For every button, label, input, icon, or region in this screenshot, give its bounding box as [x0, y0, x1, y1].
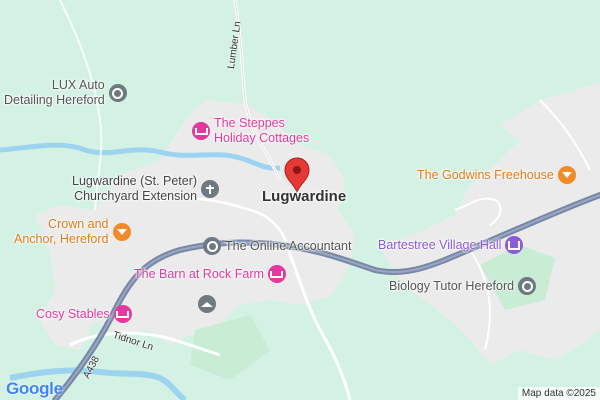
google-logo[interactable]: Google [6, 379, 63, 399]
hotel-bed-icon [192, 122, 210, 140]
poi-crown-and-anchor[interactable]: Crown and Anchor, Hereford [14, 217, 131, 247]
poi-cosy-label: Cosy Stables [36, 306, 110, 321]
google-logo-text: Google [6, 379, 63, 398]
village-label: Lugwardine [262, 188, 347, 205]
poi-lux-label: LUX Auto Detailing Hereford [4, 78, 105, 108]
hotel-bed-icon [113, 305, 132, 323]
poi-lux-auto[interactable]: LUX Auto Detailing Hereford [4, 78, 127, 108]
poi-steppes-label: The Steppes Holiday Cottages [214, 116, 309, 146]
poi-church-label: Lugwardine (St. Peter) Churchyard Extens… [72, 174, 197, 204]
poi-bartestree-village-hall[interactable]: Bartestree Village Hall [378, 236, 524, 254]
poi-lux-line1: LUX Auto [51, 78, 105, 92]
poi-church-line2: Churchyard Extension [74, 189, 198, 203]
cocktail-icon [112, 223, 131, 241]
poi-steppes-line2: Holiday Cottages [214, 131, 310, 145]
cemetery-icon [201, 180, 220, 198]
poi-barn-rock-farm[interactable]: The Barn at Rock Farm [134, 265, 286, 283]
map-canvas[interactable]: Lumber Ln Tidnor Ln A438 Lugwardine LUX … [0, 0, 600, 400]
poi-the-steppes[interactable]: The Steppes Holiday Cottages [192, 116, 309, 146]
poi-biology-label: Biology Tutor Hereford [389, 278, 515, 293]
pin-generic-icon [518, 277, 537, 295]
poi-bartestree-label: Bartestree Village Hall [378, 237, 502, 252]
poi-school[interactable] [198, 295, 216, 313]
poi-biology-tutor[interactable]: Biology Tutor Hereford [389, 277, 537, 295]
map-attribution[interactable]: Map data ©2025 [517, 387, 600, 400]
pin-generic-icon [203, 237, 221, 255]
poi-lux-line2: Detailing Hereford [4, 93, 105, 107]
poi-online-accountant[interactable]: The Online Accountant [203, 237, 351, 255]
pin-generic-icon [108, 84, 127, 102]
venue-icon [505, 236, 524, 254]
hotel-bed-icon [267, 265, 286, 283]
poi-crown-line2: Anchor, Hereford [14, 232, 109, 246]
poi-barn-label: The Barn at Rock Farm [134, 266, 264, 281]
poi-church[interactable]: Lugwardine (St. Peter) Churchyard Extens… [72, 174, 220, 204]
poi-church-line1: Lugwardine (St. Peter) [72, 174, 198, 188]
poi-accountant-label: The Online Accountant [225, 238, 352, 253]
cocktail-icon [557, 166, 576, 184]
poi-crown-line1: Crown and [48, 217, 109, 231]
poi-cosy-stables[interactable]: Cosy Stables [36, 305, 132, 323]
poi-steppes-line1: The Steppes [214, 116, 285, 130]
poi-godwins-freehouse[interactable]: The Godwins Freehouse [417, 166, 576, 184]
school-cap-icon [198, 295, 216, 313]
poi-godwins-label: The Godwins Freehouse [417, 167, 554, 182]
poi-crown-label: Crown and Anchor, Hereford [14, 217, 109, 247]
